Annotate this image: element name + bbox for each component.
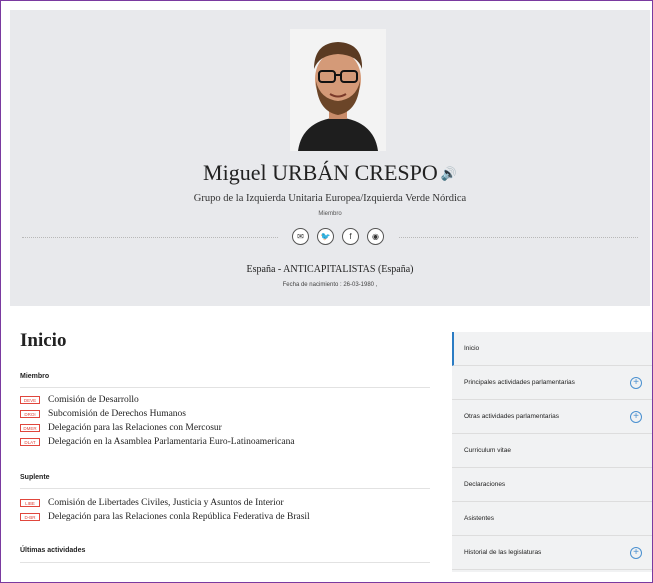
sidebar-item-label: Otras actividades parlamentarias bbox=[464, 413, 560, 420]
mep-name: Miguel URBÁN CRESPO 🔊 bbox=[10, 160, 650, 186]
sidebar-item-history[interactable]: Historial de las legislaturas + bbox=[452, 536, 652, 570]
committee-badge: DLAT bbox=[20, 438, 40, 446]
committee-badge: DMER bbox=[20, 424, 40, 432]
sidebar-item-assistants[interactable]: Asistentes bbox=[452, 502, 652, 536]
birth-date: Fecha de nacimiento : 26-03-1980 , bbox=[282, 282, 378, 288]
sidebar-item-other-activities[interactable]: Otras actividades parlamentarias + bbox=[452, 400, 652, 434]
group-role: Miembro bbox=[318, 211, 342, 217]
section-divider bbox=[20, 562, 430, 563]
committee-label[interactable]: Delegación para las Relaciones conla Rep… bbox=[48, 512, 310, 522]
list-item[interactable]: DLAT Delegación en la Asamblea Parlament… bbox=[20, 436, 430, 448]
list-item[interactable]: DROI Subcomisión de Derechos Humanos bbox=[20, 408, 430, 420]
sidebar-item-label: Inicio bbox=[464, 345, 480, 352]
mep-name-text: Miguel URBÁN CRESPO bbox=[203, 160, 438, 185]
portrait-image bbox=[290, 29, 386, 151]
committee-label[interactable]: Delegación en la Asamblea Parlamentaria … bbox=[48, 437, 295, 447]
section-heading-member: Miembro bbox=[20, 373, 50, 380]
committee-badge: DEVE bbox=[20, 396, 40, 404]
committee-label[interactable]: Comisión de Libertades Civiles, Justicia… bbox=[48, 498, 284, 508]
list-item[interactable]: LIBE Comisión de Libertades Civiles, Jus… bbox=[20, 497, 430, 509]
sidebar-item-declarations[interactable]: Declaraciones bbox=[452, 468, 652, 502]
profile-photo bbox=[290, 29, 386, 151]
website-icon[interactable]: ◉ bbox=[367, 228, 384, 245]
sidebar-item-label: Declaraciones bbox=[464, 481, 506, 488]
committee-label[interactable]: Subcomisión de Derechos Humanos bbox=[48, 409, 186, 419]
profile-header: Miguel URBÁN CRESPO 🔊 Grupo de la Izquier… bbox=[10, 10, 650, 306]
section-divider bbox=[20, 488, 430, 489]
facebook-icon[interactable]: f bbox=[342, 228, 359, 245]
section-divider bbox=[20, 387, 430, 388]
twitter-icon[interactable]: 🐦 bbox=[317, 228, 334, 245]
section-heading-latest: Últimas actividades bbox=[20, 547, 86, 554]
committee-label[interactable]: Comisión de Desarrollo bbox=[48, 395, 139, 405]
committee-badge: D-BR bbox=[20, 513, 40, 521]
sidebar-item-inicio[interactable]: Inicio bbox=[452, 332, 652, 366]
social-links: ✉ 🐦 f ◉ bbox=[278, 228, 398, 248]
country-party: España - ANTICAPITALISTAS (España) bbox=[246, 264, 414, 275]
list-item[interactable]: D-BR Delegación para las Relaciones conl… bbox=[20, 511, 430, 523]
speaker-icon[interactable]: 🔊 bbox=[441, 166, 457, 181]
sidebar-item-label: Historial de las legislaturas bbox=[464, 549, 542, 556]
committee-label[interactable]: Delegación para las Relaciones con Merco… bbox=[48, 423, 222, 433]
political-group: Grupo de la Izquierda Unitaria Europea/I… bbox=[193, 193, 467, 204]
expand-plus-icon[interactable]: + bbox=[630, 377, 642, 389]
email-icon[interactable]: ✉ bbox=[292, 228, 309, 245]
sidebar-item-main-activities[interactable]: Principales actividades parlamentarias + bbox=[452, 366, 652, 400]
page-title: Inicio bbox=[20, 330, 67, 351]
expand-plus-icon[interactable]: + bbox=[630, 411, 642, 423]
section-heading-substitute: Suplente bbox=[20, 474, 50, 481]
sidebar-item-cv[interactable]: Curriculum vitae bbox=[452, 434, 652, 468]
sidebar-item-label: Asistentes bbox=[464, 515, 494, 522]
committee-badge: LIBE bbox=[20, 499, 40, 507]
sidebar-nav: Inicio Principales actividades parlament… bbox=[452, 332, 652, 572]
list-item[interactable]: DMER Delegación para las Relaciones con … bbox=[20, 422, 430, 434]
sidebar-item-label: Principales actividades parlamentarias bbox=[464, 379, 575, 386]
expand-plus-icon[interactable]: + bbox=[630, 547, 642, 559]
committee-badge: DROI bbox=[20, 410, 40, 418]
list-item[interactable]: DEVE Comisión de Desarrollo bbox=[20, 394, 430, 406]
sidebar-item-label: Curriculum vitae bbox=[464, 447, 511, 454]
